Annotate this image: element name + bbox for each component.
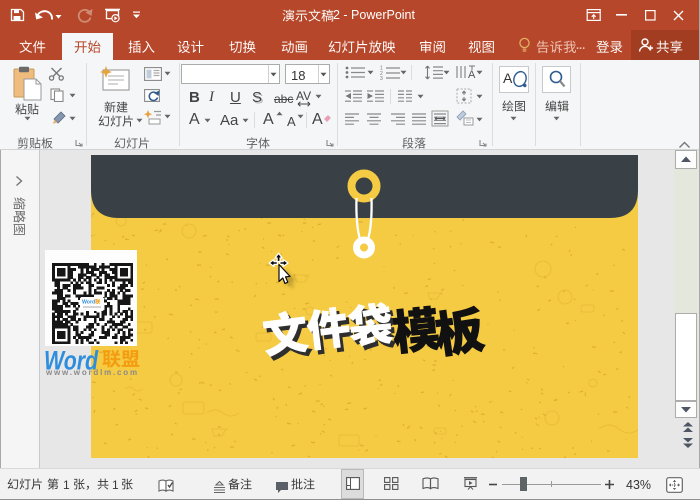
svg-text:Word联: Word联: [82, 298, 101, 306]
svg-text:3: 3: [380, 76, 383, 80]
svg-text:A: A: [468, 69, 476, 80]
